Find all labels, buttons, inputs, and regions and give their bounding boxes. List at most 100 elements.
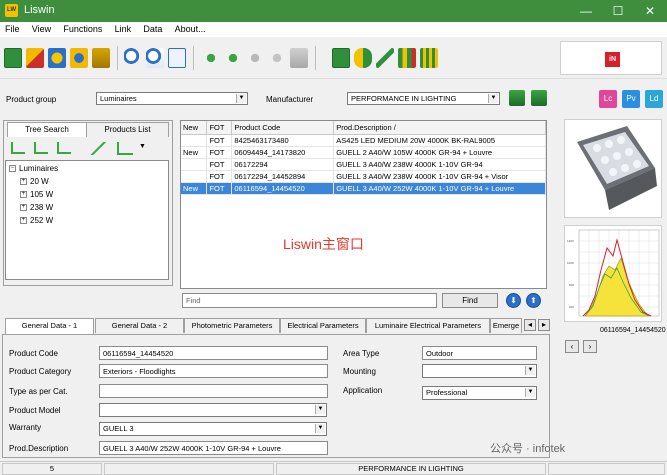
expand-icon[interactable]: + xyxy=(20,217,27,225)
filter-add-icon[interactable] xyxy=(531,90,547,106)
chevron-down-icon[interactable]: ▼ xyxy=(525,366,535,375)
product-category-field[interactable]: Exteriors - Floodlights xyxy=(99,364,328,378)
chevron-down-icon[interactable]: ▼ xyxy=(139,143,146,150)
new-project-icon[interactable] xyxy=(4,48,22,68)
type-as-per-cat-field[interactable] xyxy=(99,384,328,398)
status-bar: 5 PERFORMANCE IN LIGHTING xyxy=(0,461,667,475)
product-code-field[interactable]: 06116594_14454520 xyxy=(99,346,328,360)
menu-data[interactable]: Data xyxy=(138,22,167,34)
export-icon[interactable] xyxy=(332,48,350,68)
collapse-icon[interactable]: − xyxy=(9,165,16,173)
luminaire-tool-icon[interactable] xyxy=(26,48,44,68)
product-model-select[interactable]: ▼ xyxy=(99,403,327,417)
wrench-icon[interactable] xyxy=(376,48,394,68)
table-row[interactable]: FOT 8425463173480 AS425 LED MEDIUM 20W 4… xyxy=(181,134,546,147)
tab-general-data-2[interactable]: General Data - 2 xyxy=(95,318,184,333)
tree-collapse-icon[interactable] xyxy=(57,142,71,154)
column-header-new[interactable]: New xyxy=(181,121,208,135)
chart-tools-icon[interactable] xyxy=(420,48,438,68)
tree-options-icon[interactable] xyxy=(117,142,133,155)
search-icon[interactable] xyxy=(124,48,142,68)
prod-description-field[interactable]: GUELL 3 A40/W 252W 4000K 1-10V GR-94 + L… xyxy=(99,441,328,455)
lc-badge[interactable]: Lc xyxy=(599,90,617,108)
area-type-field[interactable]: Outdoor xyxy=(422,346,537,360)
tree-node-root[interactable]: − Luminaires xyxy=(9,164,58,173)
column-header-fot[interactable]: FOT xyxy=(206,121,233,135)
manufacturer-select[interactable]: PERFORMANCE IN LIGHTING ▼ xyxy=(347,92,500,105)
lamp-settings-icon[interactable] xyxy=(70,48,88,68)
tab-luminaire-electrical-parameters[interactable]: Luminaire Electrical Parameters xyxy=(366,318,490,333)
menu-about[interactable]: About... xyxy=(170,22,211,34)
chevron-down-icon[interactable]: ▼ xyxy=(488,94,498,103)
link-icon[interactable] xyxy=(354,48,372,68)
light-source-icon[interactable] xyxy=(48,48,66,68)
tree-expand-icon[interactable] xyxy=(11,142,25,154)
menu-functions[interactable]: Functions xyxy=(58,22,107,34)
column-header-description[interactable]: Prod.Description / xyxy=(333,121,546,135)
menu-link[interactable]: Link xyxy=(110,22,137,34)
find-input[interactable]: Find xyxy=(182,293,437,308)
toolbar-separator xyxy=(117,46,118,70)
tree-node[interactable]: +20 W xyxy=(20,177,49,186)
tree-node[interactable]: +105 W xyxy=(20,190,53,199)
tab-photometric-parameters[interactable]: Photometric Parameters xyxy=(184,318,280,333)
expand-icon[interactable]: + xyxy=(20,191,27,199)
app-logo-icon: LW xyxy=(5,4,18,17)
minimize-icon[interactable]: — xyxy=(570,2,602,20)
watermark-text: 公众号 · infotek xyxy=(490,443,566,455)
tab-electrical-parameters[interactable]: Electrical Parameters xyxy=(280,318,366,333)
tab-general-data-1[interactable]: General Data - 1 xyxy=(5,318,94,334)
chevron-right-icon[interactable]: › xyxy=(583,340,597,353)
application-select[interactable]: Professional ▼ xyxy=(422,386,537,400)
tree-node[interactable]: +252 W xyxy=(20,216,53,225)
chevron-down-icon[interactable]: ▼ xyxy=(525,388,535,397)
toolbar-separator xyxy=(315,46,316,70)
tree-sort-icon[interactable] xyxy=(268,48,286,68)
table-row-selected[interactable]: New FOT 06116594_14454520 GUELL 3 A40/W … xyxy=(181,182,546,195)
arrow-down-icon[interactable]: ⬇ xyxy=(506,293,521,308)
table-row[interactable]: FOT 06172294 GUELL 3 A40/W 238W 4000K 1-… xyxy=(181,158,546,171)
cell-product-code: 06116594_14454520 xyxy=(231,182,335,195)
tree-move-icon[interactable] xyxy=(246,48,264,68)
tree-grid-icon[interactable] xyxy=(290,48,308,68)
tree-remove-icon[interactable] xyxy=(224,48,242,68)
expand-icon[interactable]: + xyxy=(20,204,27,212)
ld-badge[interactable]: Ld xyxy=(645,90,663,108)
close-icon[interactable]: ✕ xyxy=(634,2,666,20)
tab-scroll-right-icon[interactable]: ▸ xyxy=(538,319,550,331)
table-row[interactable]: New FOT 06094494_14173820 GUELL 2 A40/W … xyxy=(181,146,546,159)
tab-tree-search[interactable]: Tree Search xyxy=(7,122,87,137)
tree-node[interactable]: +238 W xyxy=(20,203,53,212)
filter-tree-icon[interactable] xyxy=(509,90,525,106)
tab-scroll-left-icon[interactable]: ◂ xyxy=(524,319,536,331)
tab-products-list[interactable]: Products List xyxy=(86,122,169,137)
chevron-down-icon[interactable]: ▼ xyxy=(315,405,325,414)
maximize-icon[interactable]: ☐ xyxy=(602,2,634,20)
chevron-down-icon[interactable]: ▼ xyxy=(236,94,246,103)
advanced-search-icon[interactable] xyxy=(146,48,164,68)
product-table: New FOT Product Code Prod.Description / … xyxy=(180,120,547,289)
warranty-select[interactable]: GUELL 3 ▼ xyxy=(99,422,327,436)
document-icon[interactable] xyxy=(168,48,186,68)
tree-add-icon[interactable] xyxy=(202,48,220,68)
expand-icon[interactable]: + xyxy=(20,178,27,186)
tree-level-icon[interactable] xyxy=(34,142,48,154)
spot-light-icon[interactable] xyxy=(92,48,110,68)
column-header-product-code[interactable]: Product Code xyxy=(231,121,335,135)
mounting-select[interactable]: ▼ xyxy=(422,364,537,378)
svg-text:600: 600 xyxy=(569,283,574,287)
toolbar: iN xyxy=(0,37,667,79)
product-group-select[interactable]: Luminaires ▼ xyxy=(96,92,248,105)
arrow-up-icon[interactable]: ⬆ xyxy=(526,293,541,308)
tree-filter-icon[interactable] xyxy=(90,142,106,155)
menu-view[interactable]: View xyxy=(27,22,56,34)
tab-emergency[interactable]: Emerge xyxy=(490,318,522,333)
pv-badge[interactable]: Pv xyxy=(622,90,640,108)
chevron-down-icon[interactable]: ▼ xyxy=(315,424,325,433)
status-record-count: 5 xyxy=(2,463,102,475)
tools-icon[interactable] xyxy=(398,48,416,68)
menu-file[interactable]: File xyxy=(0,22,25,34)
table-row[interactable]: FOT 06172294_14452894 GUELL 3 A40/W 238W… xyxy=(181,170,546,183)
find-button[interactable]: Find xyxy=(442,293,498,308)
chevron-left-icon[interactable]: ‹ xyxy=(565,340,579,353)
